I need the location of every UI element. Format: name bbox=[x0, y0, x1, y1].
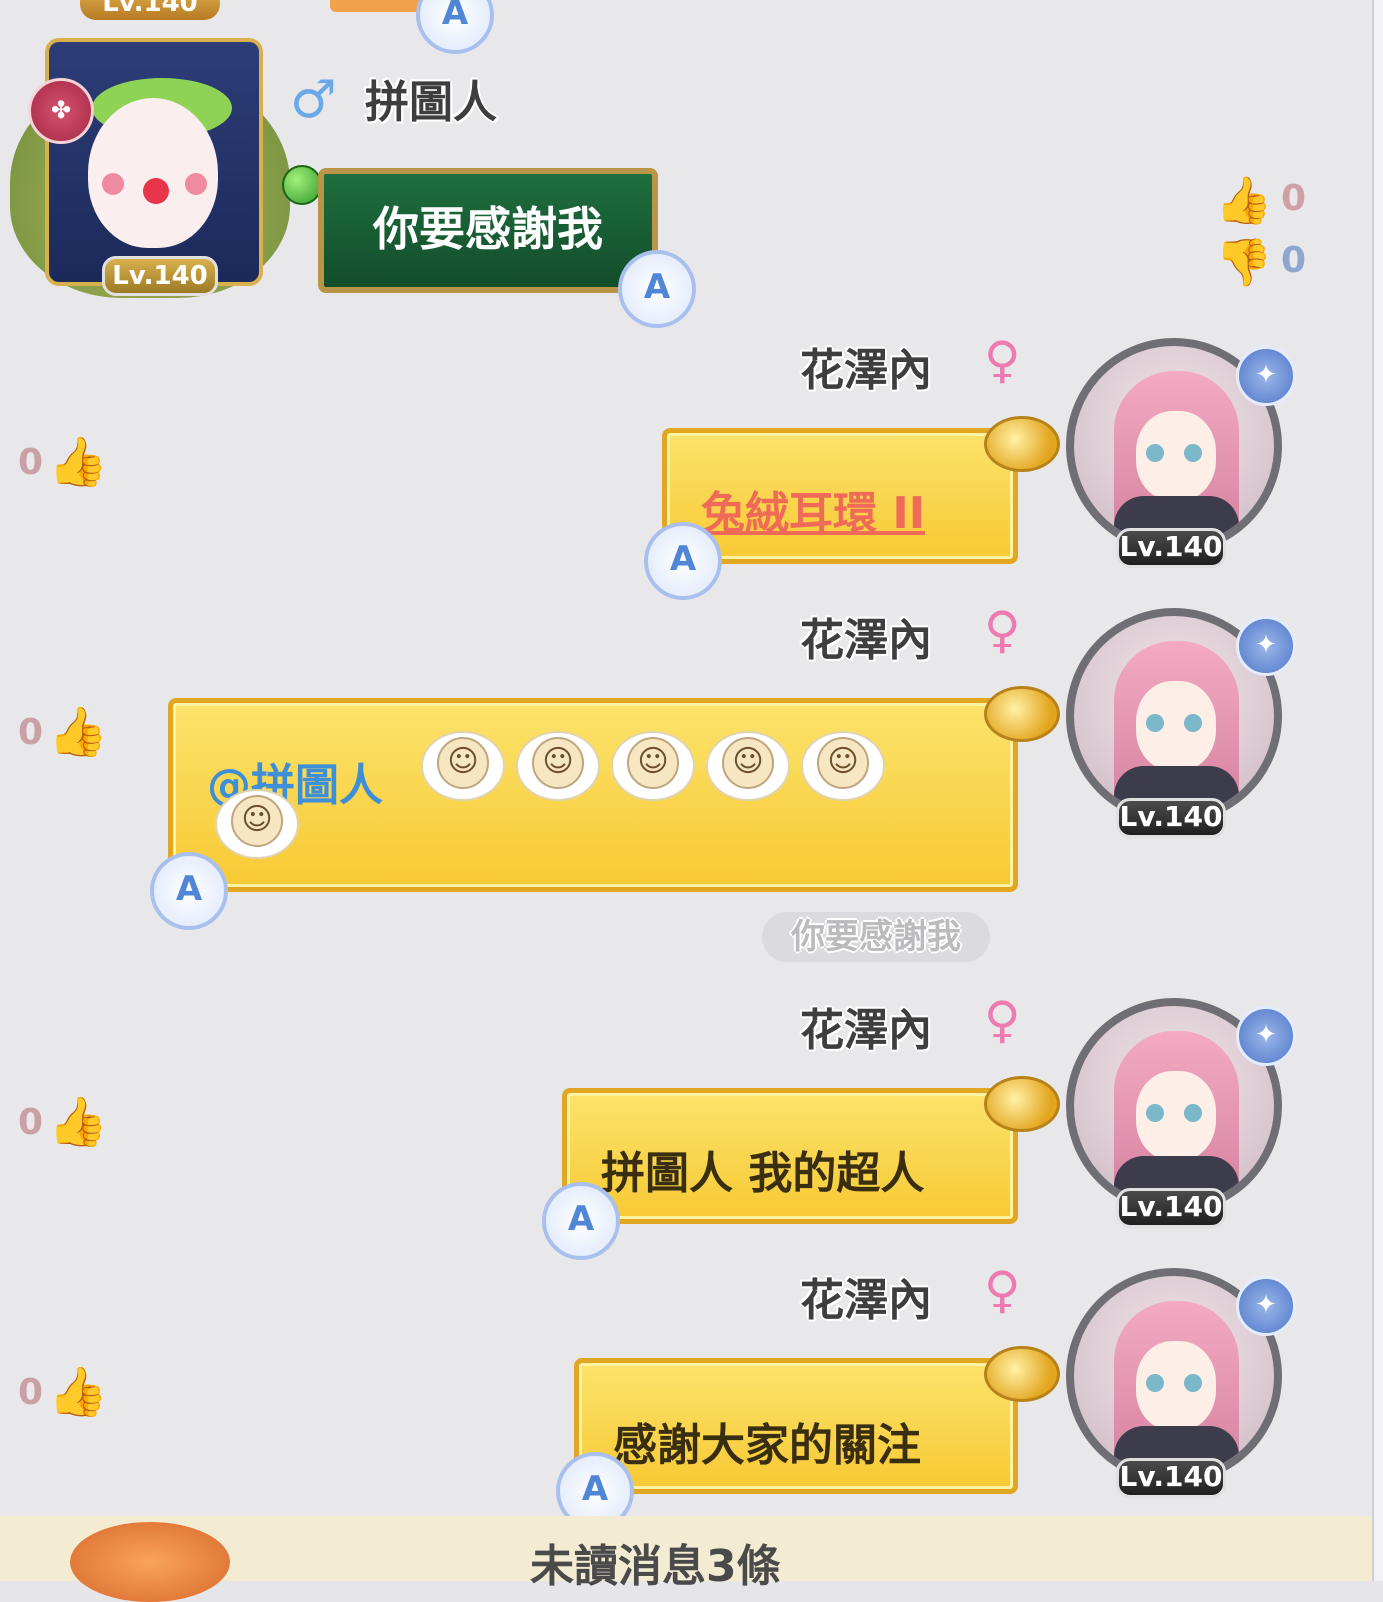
message-bubble[interactable]: 拼圖人 我的超人 bbox=[562, 1088, 1018, 1224]
avatar-female-user[interactable]: ✦ Lv.140 bbox=[1066, 338, 1296, 568]
dislike-row[interactable]: 👎 0 bbox=[1215, 234, 1325, 296]
smile-emoji-icon: ☺ bbox=[421, 731, 505, 801]
avatar-male-user[interactable]: ✤ Lv.140 bbox=[10, 28, 300, 298]
vote-panel: 👍 0 👎 0 bbox=[1215, 172, 1325, 296]
avatar-female-user[interactable]: ✦ Lv.140 bbox=[1066, 1268, 1296, 1498]
thumbs-down-icon[interactable]: 👎 bbox=[1215, 234, 1272, 290]
dislike-count: 0 bbox=[1281, 240, 1307, 281]
like-count: 0 bbox=[18, 1372, 44, 1413]
smile-emoji-icon: ☺ bbox=[611, 731, 695, 801]
smile-emoji-icon: ☺ bbox=[801, 731, 885, 801]
avatar-cheek bbox=[102, 173, 124, 195]
like-control[interactable]: 0 👍 bbox=[18, 1364, 128, 1424]
reply-quote[interactable]: 你要感謝我 bbox=[762, 912, 990, 962]
level-badge: Lv.140 bbox=[1116, 798, 1226, 838]
rank-emblem-icon[interactable]: ✦ bbox=[1236, 616, 1296, 676]
message-bubble[interactable]: 你要感謝我 bbox=[318, 168, 658, 293]
male-gender-icon: ♂ bbox=[290, 70, 337, 130]
avatar-nose bbox=[143, 178, 169, 204]
sender-name[interactable]: 花澤內 bbox=[800, 994, 932, 1058]
message-bubble[interactable]: 感謝大家的關注 bbox=[574, 1358, 1018, 1494]
sender-name[interactable]: 花澤內 bbox=[800, 1264, 932, 1328]
avatar-female-user[interactable]: ✦ Lv.140 bbox=[1066, 608, 1296, 838]
female-gender-icon: ♀ bbox=[984, 1261, 1021, 1319]
avatar-female-user[interactable]: ✦ Lv.140 bbox=[1066, 998, 1296, 1228]
smile-emoji-icon: ☺ bbox=[215, 789, 299, 859]
partial-level-badge: Lv.140 bbox=[80, 0, 220, 20]
level-badge: Lv.140 bbox=[1116, 528, 1226, 568]
sender-name[interactable]: 花澤內 bbox=[800, 334, 932, 398]
unread-messages-bar[interactable]: 未讀消息3條 bbox=[0, 1516, 1372, 1602]
like-count: 0 bbox=[18, 1102, 44, 1143]
level-badge: Lv.140 bbox=[1116, 1458, 1226, 1498]
translate-button[interactable]: A bbox=[542, 1182, 620, 1260]
thumbs-up-icon[interactable]: 👍 bbox=[48, 434, 108, 490]
message-text: 感謝大家的關注 bbox=[613, 1420, 921, 1471]
translate-button[interactable]: A bbox=[644, 522, 722, 600]
translate-button[interactable]: A bbox=[150, 852, 228, 930]
bubble-scroll-ornament bbox=[984, 1076, 1060, 1132]
message-bubble[interactable]: @拼圖人 ☺ ☺ ☺ ☺ ☺ ☺ bbox=[168, 698, 1018, 892]
bubble-scroll-ornament bbox=[984, 686, 1060, 742]
rank-emblem-icon[interactable]: ✦ bbox=[1236, 1276, 1296, 1336]
translate-button[interactable]: A bbox=[416, 0, 494, 54]
message-text: 拼圖人 我的超人 bbox=[601, 1148, 925, 1199]
thumbs-up-icon[interactable]: 👍 bbox=[1215, 172, 1272, 228]
level-badge: Lv.140 bbox=[102, 256, 218, 296]
female-gender-icon: ♀ bbox=[984, 331, 1021, 389]
thumbs-up-icon[interactable]: 👍 bbox=[48, 1094, 108, 1150]
like-control[interactable]: 0 👍 bbox=[18, 1094, 128, 1154]
rank-emblem-icon[interactable]: ✦ bbox=[1236, 346, 1296, 406]
translate-button[interactable]: A bbox=[618, 250, 696, 328]
scrollbar[interactable] bbox=[1372, 0, 1383, 1581]
like-row[interactable]: 👍 0 bbox=[1215, 172, 1325, 234]
level-badge: Lv.140 bbox=[1116, 1188, 1226, 1228]
thumbs-up-icon[interactable]: 👍 bbox=[48, 704, 108, 760]
like-control[interactable]: 0 👍 bbox=[18, 434, 128, 494]
like-count: 0 bbox=[18, 712, 44, 753]
like-count: 0 bbox=[1281, 178, 1307, 219]
pumpkin-decoration bbox=[70, 1522, 230, 1602]
message-text: 你要感謝我 bbox=[373, 202, 603, 256]
bubble-scroll-ornament bbox=[984, 1346, 1060, 1402]
like-control[interactable]: 0 👍 bbox=[18, 704, 128, 764]
female-gender-icon: ♀ bbox=[984, 991, 1021, 1049]
sender-name[interactable]: 拼圖人 bbox=[365, 66, 497, 130]
bubble-scroll-ornament bbox=[984, 416, 1060, 472]
like-count: 0 bbox=[18, 442, 44, 483]
thumbs-up-icon[interactable]: 👍 bbox=[48, 1364, 108, 1420]
sender-name[interactable]: 花澤內 bbox=[800, 604, 932, 668]
rank-emblem-icon[interactable]: ✦ bbox=[1236, 1006, 1296, 1066]
smile-emoji-icon: ☺ bbox=[706, 731, 790, 801]
partial-message-bubble bbox=[330, 0, 425, 12]
female-gender-icon: ♀ bbox=[984, 601, 1021, 659]
guild-badge-icon[interactable]: ✤ bbox=[28, 78, 94, 144]
smile-emoji-icon: ☺ bbox=[516, 731, 600, 801]
chat-panel[interactable]: Lv.140 A ✤ Lv.140 ♂ 拼圖人 你要感謝我 A 👍 0 👎 0 … bbox=[0, 0, 1372, 1602]
unread-count-text[interactable]: 未讀消息3條 bbox=[530, 1530, 781, 1594]
avatar-cheek bbox=[185, 173, 207, 195]
bubble-gem-icon bbox=[282, 165, 322, 205]
item-link[interactable]: 兔絨耳環 II bbox=[701, 477, 925, 541]
